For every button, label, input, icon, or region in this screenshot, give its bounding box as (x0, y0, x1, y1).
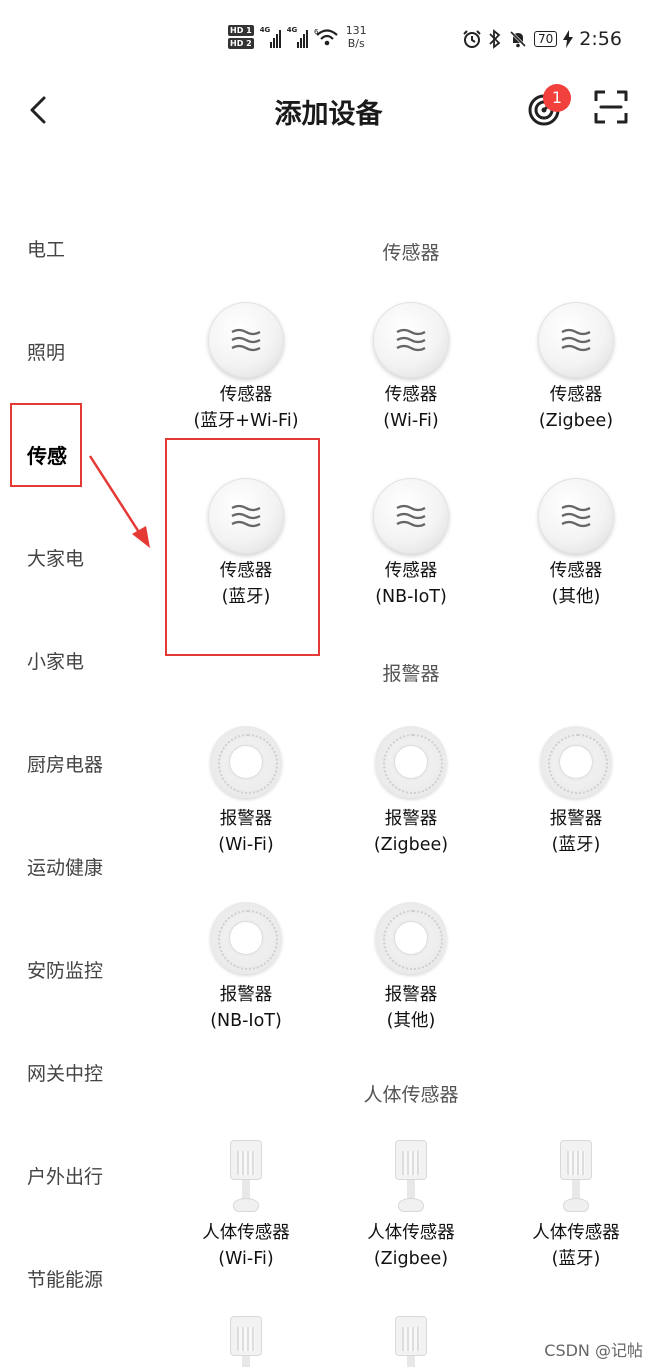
wifi-tag: 6 (314, 28, 319, 36)
sensor-icon (371, 478, 451, 558)
clock-time: 2:56 (579, 28, 622, 50)
device-label: 人体传感器 (367, 1223, 455, 1243)
net-speed-unit: B/s (347, 37, 365, 50)
device-label: 传感器 (384, 385, 438, 405)
status-right: 70 2:56 (462, 28, 622, 50)
section-title-motion-sensor: 人体传感器 (363, 1084, 459, 1106)
wifi-icon: 6 (314, 28, 338, 46)
section-title-sensor: 传感器 (382, 242, 440, 264)
alarm-icon (206, 726, 286, 806)
category-hu-wai-chu-xing[interactable]: 户外出行 (27, 1162, 103, 1189)
device-label: 传感器 (549, 561, 603, 581)
alarm-clock-icon (463, 30, 481, 48)
signal-2-icon: 4G (287, 26, 308, 48)
device-label: 报警器 (549, 809, 603, 829)
signal-2-tag: 4G (286, 26, 298, 34)
device-label: 传感器 (219, 385, 273, 405)
battery-indicator: 70 (534, 31, 558, 47)
motion-sensor-icon (206, 1140, 286, 1220)
device-label: 传感器 (549, 385, 603, 405)
device-protocol: (Wi-Fi) (218, 835, 274, 855)
annotation-box-sidebar (10, 403, 82, 487)
device-protocol: (蓝牙) (551, 835, 601, 855)
bluetooth-icon (489, 29, 501, 49)
device-label: 报警器 (384, 985, 438, 1005)
device-motion-ble[interactable]: 人体传感器 (蓝牙) (496, 1140, 656, 1272)
device-protocol: (其他) (551, 587, 601, 607)
alarm-icon (371, 902, 451, 982)
motion-sensor-icon (536, 1140, 616, 1220)
status-left: HD 1 HD 2 4G 4G 6 131 B/s (228, 24, 367, 50)
device-protocol: (蓝牙+Wi-Fi) (193, 411, 299, 431)
device-protocol: (Wi-Fi) (218, 1249, 274, 1269)
signal-1-tag: 4G (259, 26, 271, 34)
device-protocol: (蓝牙) (551, 1249, 601, 1269)
hd1-indicator: HD 1 (228, 25, 254, 36)
device-protocol: (NB-IoT) (375, 587, 447, 607)
category-da-jia-dian[interactable]: 大家电 (27, 544, 84, 571)
device-motion-wifi[interactable]: 人体传感器 (Wi-Fi) (166, 1140, 326, 1272)
section-title-alarm: 报警器 (382, 663, 440, 685)
device-sensor-ble-wifi[interactable]: 传感器 (蓝牙+Wi-Fi) (166, 300, 326, 434)
sensor-icon (536, 478, 616, 558)
annotation-arrow-icon (88, 455, 150, 548)
device-label: 报警器 (219, 985, 273, 1005)
device-protocol: (Zigbee) (538, 411, 614, 431)
net-speed: 131 B/s (346, 24, 367, 50)
device-label: 报警器 (219, 809, 273, 829)
scan-button[interactable] (594, 90, 628, 124)
device-alarm-ble[interactable]: 报警器 (蓝牙) (496, 722, 656, 858)
device-label: 人体传感器 (532, 1223, 620, 1243)
device-motion-partial-1[interactable] (166, 1316, 326, 1367)
category-chu-fang-dian-qi[interactable]: 厨房电器 (27, 750, 103, 777)
category-wang-guan-zhong-kong[interactable]: 网关中控 (27, 1059, 103, 1086)
device-alarm-other[interactable]: 报警器 (其他) (331, 898, 491, 1034)
device-protocol: (Zigbee) (373, 1249, 449, 1269)
charging-icon (563, 30, 574, 48)
device-label: 人体传感器 (202, 1223, 290, 1243)
mute-bell-icon (509, 30, 527, 48)
motion-sensor-icon (371, 1140, 451, 1220)
notification-badge: 1 (543, 84, 571, 112)
device-protocol: (Wi-Fi) (383, 411, 439, 431)
device-motion-partial-2[interactable] (331, 1316, 491, 1367)
category-xiao-jia-dian[interactable]: 小家电 (27, 647, 84, 674)
net-speed-value: 131 (345, 24, 367, 37)
device-protocol: (Zigbee) (373, 835, 449, 855)
alarm-icon (536, 726, 616, 806)
category-jie-neng-neng-yuan[interactable]: 节能能源 (27, 1265, 103, 1292)
device-sensor-nbiot[interactable]: 传感器 (NB-IoT) (331, 476, 491, 610)
sensor-icon (536, 302, 616, 382)
device-sensor-other[interactable]: 传感器 (其他) (496, 476, 656, 610)
category-dian-gong[interactable]: 电工 (27, 235, 65, 262)
category-yun-dong-jian-kang[interactable]: 运动健康 (27, 853, 103, 880)
sensor-icon (206, 302, 286, 382)
signal-1-icon: 4G (260, 26, 281, 48)
category-zhao-ming[interactable]: 照明 (27, 338, 65, 365)
hd-indicators: HD 1 HD 2 (228, 25, 254, 49)
annotation-box-device (165, 438, 320, 656)
device-label: 报警器 (384, 809, 438, 829)
motion-sensor-icon (206, 1316, 286, 1367)
watermark: CSDN @记帖 (544, 1341, 643, 1360)
device-protocol: (其他) (386, 1011, 436, 1031)
hd2-indicator: HD 2 (228, 38, 254, 49)
device-protocol: (NB-IoT) (210, 1011, 282, 1031)
device-sensor-wifi[interactable]: 传感器 (Wi-Fi) (331, 300, 491, 434)
alarm-icon (206, 902, 286, 982)
device-alarm-nbiot[interactable]: 报警器 (NB-IoT) (166, 898, 326, 1034)
scan-icon (594, 90, 628, 124)
status-bar: HD 1 HD 2 4G 4G 6 131 B/s 70 2:56 (0, 0, 657, 80)
device-alarm-zigbee[interactable]: 报警器 (Zigbee) (331, 722, 491, 858)
motion-sensor-icon (371, 1316, 451, 1367)
device-alarm-wifi[interactable]: 报警器 (Wi-Fi) (166, 722, 326, 858)
alarm-icon (371, 726, 451, 806)
device-sensor-zigbee[interactable]: 传感器 (Zigbee) (496, 300, 656, 434)
top-nav: 添加设备 1 (0, 80, 657, 140)
device-motion-zigbee[interactable]: 人体传感器 (Zigbee) (331, 1140, 491, 1272)
sensor-icon (371, 302, 451, 382)
device-label: 传感器 (384, 561, 438, 581)
category-an-fang-jian-kong[interactable]: 安防监控 (27, 956, 103, 983)
